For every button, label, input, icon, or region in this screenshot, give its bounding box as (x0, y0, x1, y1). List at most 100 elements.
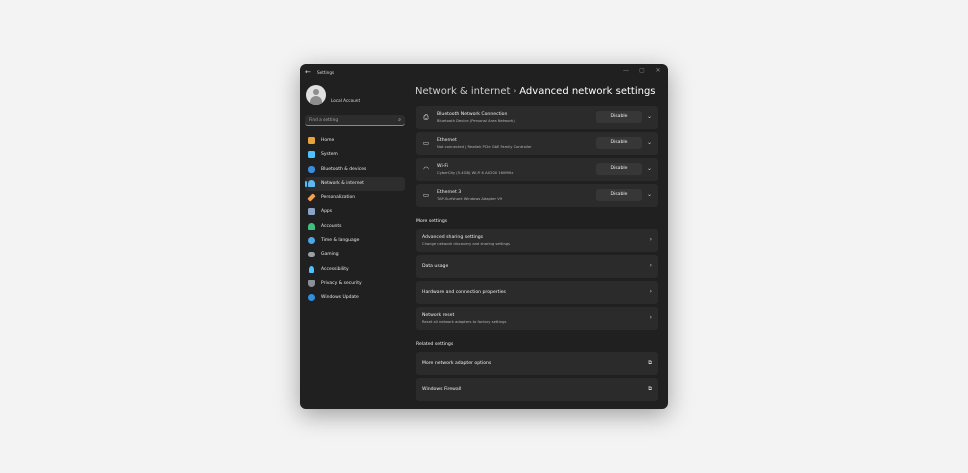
data-usage[interactable]: Data usage › (416, 255, 658, 278)
title-bar: ← Settings — ▢ ✕ (300, 64, 668, 82)
advanced-sharing-settings[interactable]: Advanced sharing settings Change network… (416, 229, 658, 252)
chevron-down-icon[interactable]: ⌄ (647, 113, 652, 121)
app-title: Settings (317, 70, 335, 75)
setting-title: Windows Firewall (422, 387, 462, 392)
network-icon (308, 179, 315, 187)
accessibility-icon (309, 265, 314, 273)
sidebar-item-label: Network & internet (321, 180, 364, 186)
sidebar-item-label: System (321, 152, 338, 158)
sidebar-item-label: Home (321, 138, 335, 143)
brush-icon (307, 193, 316, 202)
account-name: Local Account (331, 98, 361, 103)
globe-icon (308, 237, 315, 245)
gaming-icon (308, 252, 315, 258)
apps-icon (308, 208, 315, 216)
setting-title: Advanced sharing settings (422, 235, 484, 240)
disable-button[interactable]: Disable (596, 111, 642, 123)
adapter-card-ethernet-3[interactable]: ▭ Ethernet 3 TAP-Surfshark Windows Adapt… (416, 184, 658, 207)
sidebar-item-personalization[interactable]: Personalization (305, 191, 405, 205)
chevron-down-icon[interactable]: ⌄ (647, 191, 652, 199)
adapter-name: Wi-Fi (437, 164, 448, 169)
setting-title: Data usage (422, 264, 449, 269)
maximize-button[interactable]: ▢ (637, 67, 647, 74)
system-icon (308, 151, 315, 159)
adapter-card-bluetooth[interactable]: ⎙ Bluetooth Network Connection Bluetooth… (416, 106, 658, 129)
bluetooth-icon (308, 165, 315, 173)
disable-button[interactable]: Disable (596, 163, 642, 175)
minimize-button[interactable]: — (621, 67, 631, 74)
ethernet-icon: ▭ (422, 139, 430, 147)
sidebar-item-label: Privacy & security (321, 280, 362, 286)
adapter-detail: Not connected | Realtek PCIe GbE Family … (437, 145, 532, 149)
sidebar-item-home[interactable]: Home (305, 134, 405, 148)
hardware-connection-properties[interactable]: Hardware and connection properties › (416, 281, 658, 304)
windows-firewall[interactable]: Windows Firewall ⧉ (416, 378, 658, 401)
sidebar-item-apps[interactable]: Apps (305, 205, 405, 219)
home-icon (308, 137, 315, 144)
sidebar-item-label: Windows Update (321, 295, 359, 301)
search-placeholder: Find a setting (309, 118, 339, 123)
disable-button[interactable]: Disable (596, 137, 642, 149)
sidebar-item-system[interactable]: System (305, 148, 405, 162)
page-heading: Advanced network settings (519, 86, 656, 97)
disable-button[interactable]: Disable (596, 189, 642, 201)
sidebar-item-accounts[interactable]: Accounts (305, 220, 405, 234)
update-icon (308, 294, 315, 302)
external-link-icon: ⧉ (648, 360, 652, 366)
setting-title: More network adapter options (422, 361, 492, 366)
chevron-right-icon: › (649, 314, 652, 321)
ethernet-icon: ▭ (422, 191, 430, 199)
close-button[interactable]: ✕ (653, 67, 663, 74)
related-settings-heading: Related settings (416, 342, 454, 347)
wifi-icon: ◠ (423, 165, 429, 173)
sidebar-item-label: Accounts (321, 223, 342, 229)
sidebar-item-label: Gaming (321, 252, 339, 258)
setting-subtitle: Reset all network adapters to factory se… (422, 320, 507, 324)
adapter-detail: TAP-Surfshark Windows Adapter V9 (437, 197, 503, 201)
sidebar-item-label: Accessibility (321, 266, 349, 272)
setting-title: Hardware and connection properties (422, 290, 506, 295)
chevron-right-icon: › (649, 236, 652, 243)
sidebar: Local Account Find a setting ⌕ Home Syst… (300, 82, 412, 409)
settings-window: ← Settings — ▢ ✕ Local Account Find a se… (300, 64, 668, 409)
sidebar-item-time-language[interactable]: Time & language (305, 234, 405, 248)
sidebar-item-label: Apps (321, 209, 333, 215)
sidebar-item-label: Bluetooth & devices (321, 166, 367, 172)
chevron-down-icon[interactable]: ⌄ (647, 139, 652, 147)
adapter-card-wifi[interactable]: ◠ Wi-Fi CyberCity (5.4GB) Wi-Fi 6 AX200 … (416, 158, 658, 181)
breadcrumb-separator: › (513, 87, 517, 95)
more-network-adapter-options[interactable]: More network adapter options ⧉ (416, 352, 658, 375)
search-icon: ⌕ (398, 117, 401, 123)
adapter-detail: CyberCity (5.4GB) Wi-Fi 6 AX200 160MHz (437, 171, 514, 175)
network-reset[interactable]: Network reset Reset all network adapters… (416, 307, 658, 330)
sidebar-item-network[interactable]: Network & internet (305, 176, 405, 192)
sidebar-item-gaming[interactable]: Gaming (305, 248, 405, 262)
more-settings-heading: More settings (416, 219, 448, 224)
back-arrow-icon[interactable]: ← (305, 68, 311, 76)
bluetooth-adapter-icon: ⎙ (423, 113, 429, 121)
sidebar-item-privacy[interactable]: Privacy & security (305, 277, 405, 291)
shield-icon (308, 279, 315, 287)
setting-subtitle: Change network discovery and sharing set… (422, 242, 511, 246)
adapter-name: Ethernet (437, 138, 457, 143)
adapter-name: Bluetooth Network Connection (437, 112, 508, 117)
page-title: Network & internet › Advanced network sett… (415, 86, 656, 97)
avatar-head (313, 89, 319, 95)
sidebar-item-bluetooth[interactable]: Bluetooth & devices (305, 163, 405, 177)
chevron-right-icon: › (649, 262, 652, 269)
accounts-icon (308, 222, 315, 230)
external-link-icon: ⧉ (648, 386, 652, 392)
search-input[interactable]: Find a setting ⌕ (305, 115, 405, 126)
chevron-right-icon: › (649, 288, 652, 295)
adapter-name: Ethernet 3 (437, 190, 462, 195)
chevron-down-icon[interactable]: ⌄ (647, 165, 652, 173)
breadcrumb[interactable]: Network & internet (415, 86, 510, 97)
avatar-body (310, 96, 322, 105)
adapter-card-ethernet[interactable]: ▭ Ethernet Not connected | Realtek PCIe … (416, 132, 658, 155)
sidebar-nav: Home System Bluetooth & devices Network … (305, 134, 405, 306)
adapter-detail: Bluetooth Device (Personal Area Network) (437, 119, 515, 123)
sidebar-item-windows-update[interactable]: Windows Update (305, 291, 405, 305)
sidebar-item-accessibility[interactable]: Accessibility (305, 263, 405, 277)
sidebar-item-label: Personalization (321, 195, 356, 201)
avatar[interactable] (306, 85, 326, 105)
